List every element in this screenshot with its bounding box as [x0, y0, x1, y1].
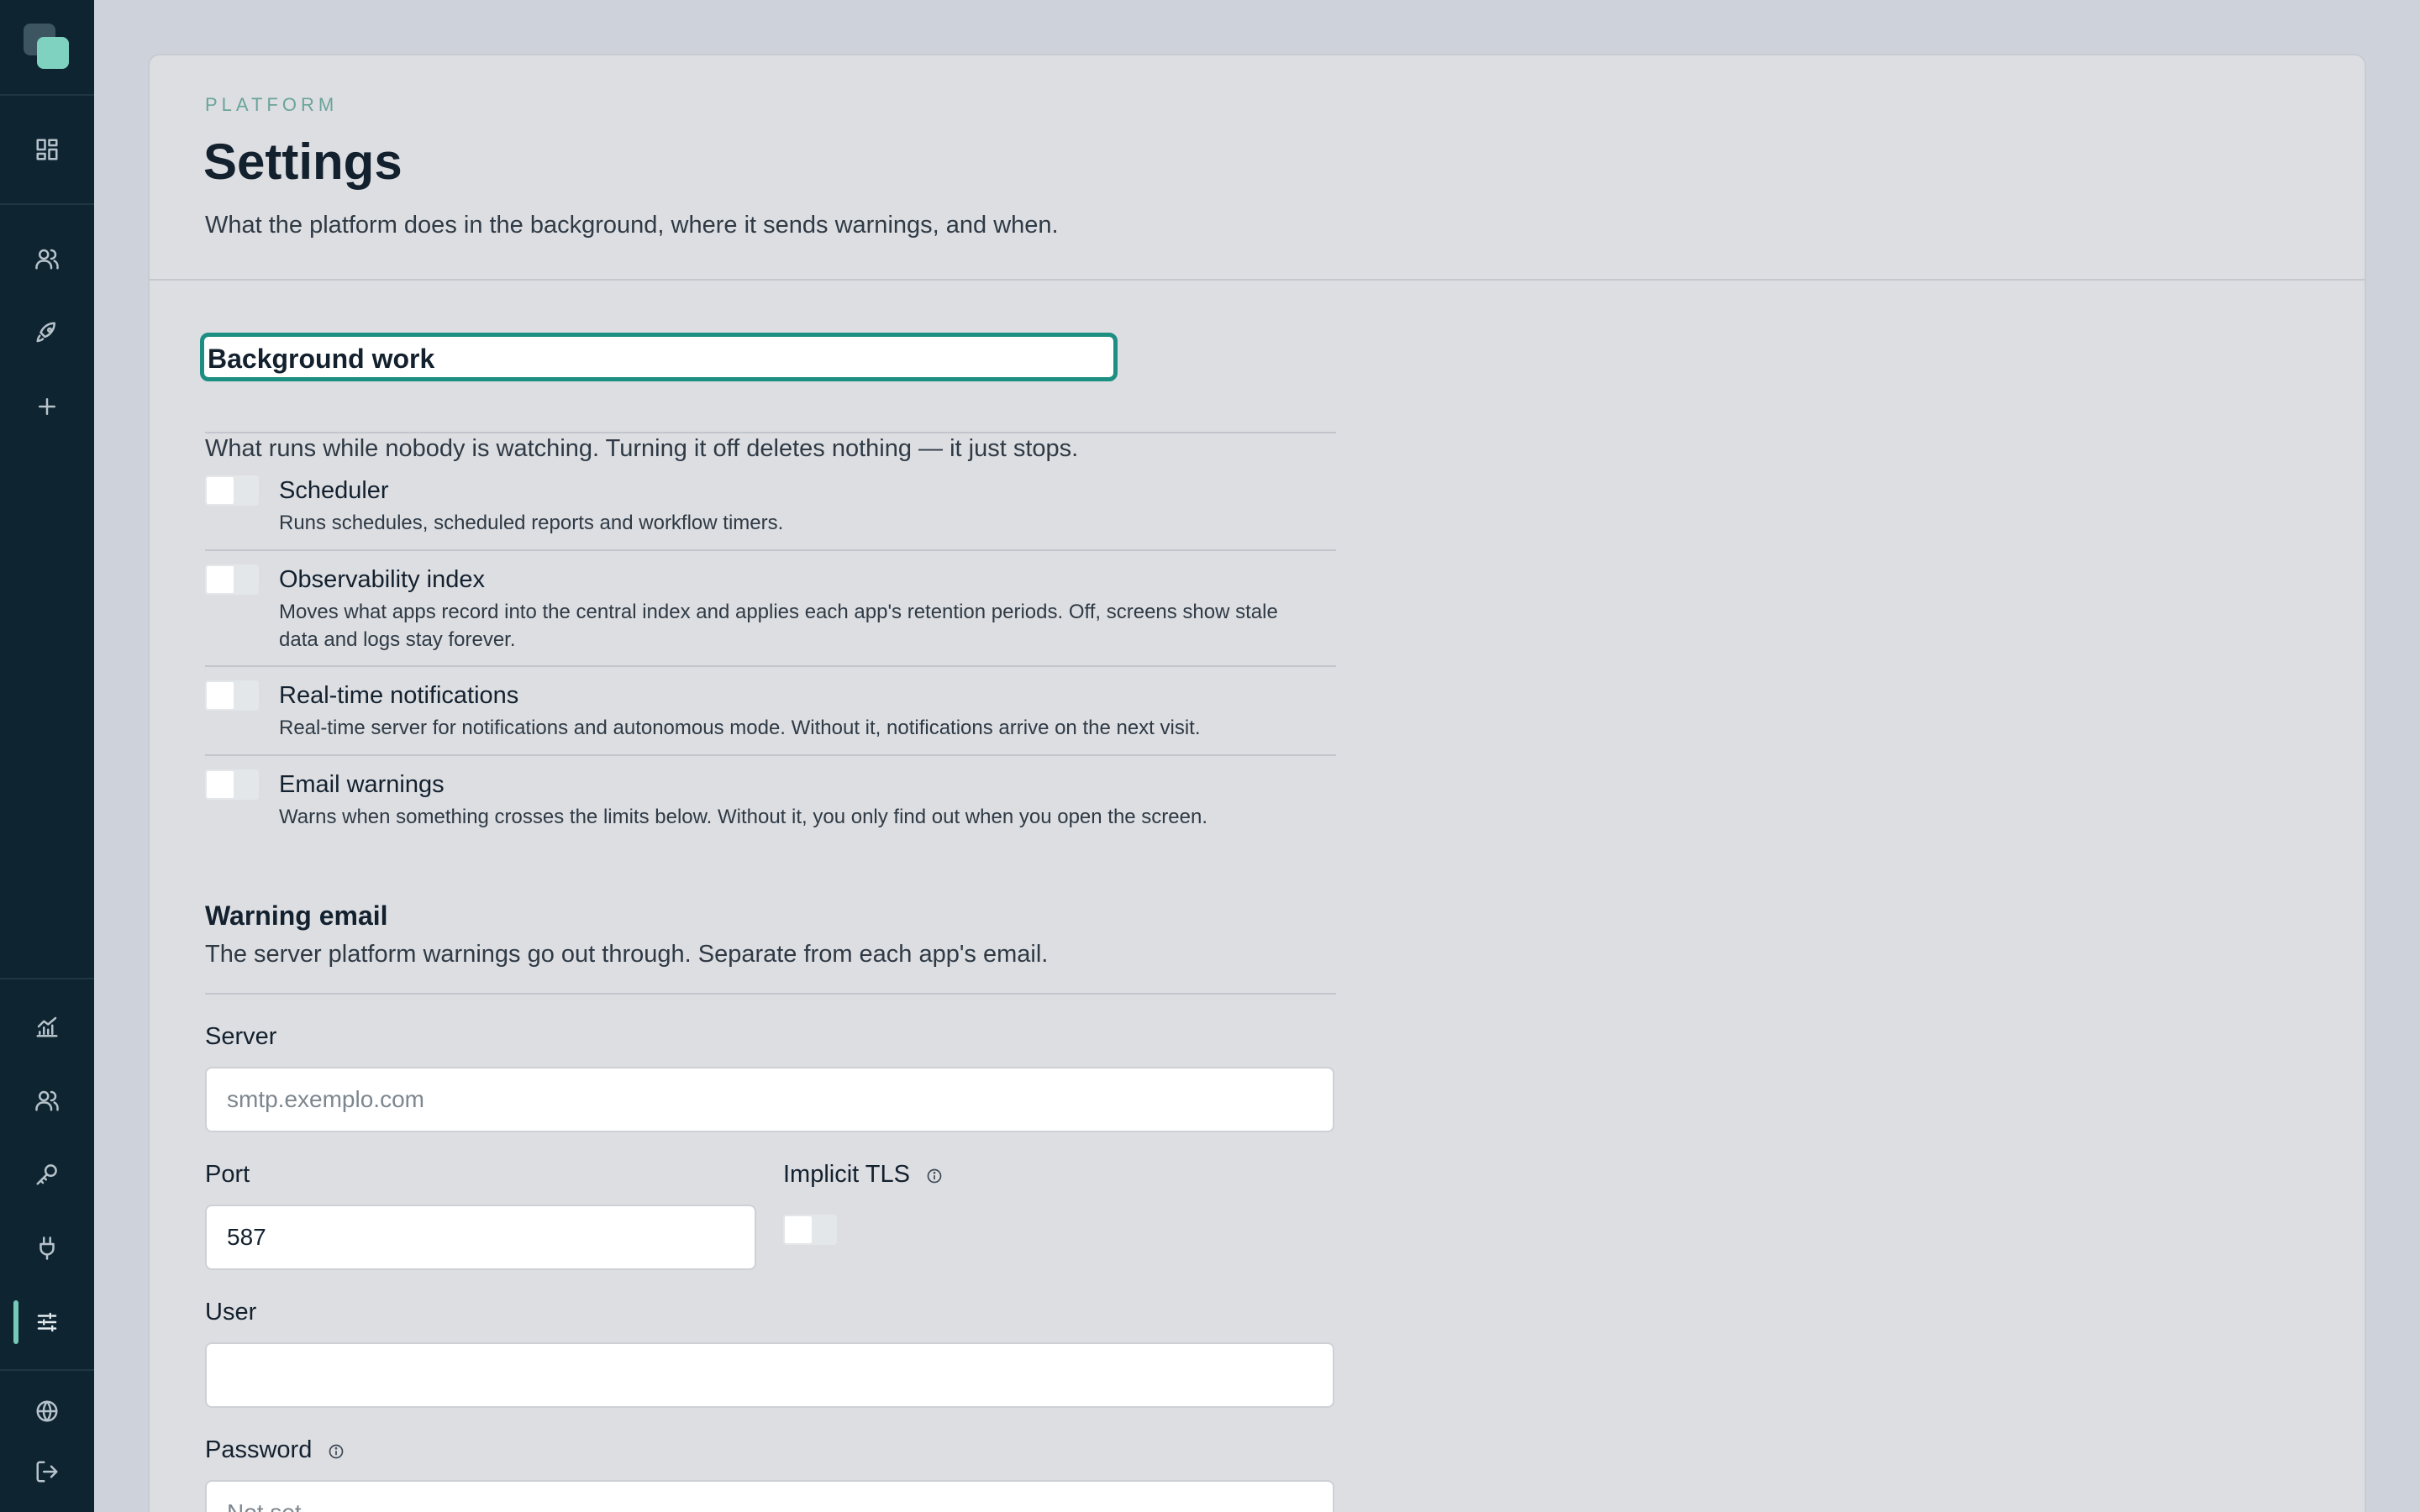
users-icon[interactable] [29, 240, 66, 277]
sidebar-divider [0, 94, 94, 96]
toggle-knob [207, 771, 234, 798]
email-warnings-label: Email warnings [279, 771, 445, 798]
password-input[interactable] [205, 1480, 1334, 1512]
toggle-knob [785, 1216, 812, 1243]
sidebar [0, 0, 94, 1512]
warning-email-title: Warning email [205, 900, 388, 931]
realtime-notifications-toggle[interactable] [205, 680, 259, 711]
option-divider [205, 549, 1336, 551]
header-divider [150, 279, 2365, 281]
sidebar-divider [0, 978, 94, 979]
realtime-notifications-description: Real-time server for notifications and a… [279, 717, 1201, 739]
active-nav-indicator [13, 1300, 18, 1344]
observability-index-toggle[interactable] [205, 564, 259, 595]
background-work-description: What runs while nobody is watching. Turn… [205, 435, 1079, 462]
scheduler-toggle[interactable] [205, 475, 259, 506]
server-input[interactable] [205, 1067, 1334, 1132]
warning-email-description: The server platform warnings go out thro… [205, 941, 1049, 968]
key-icon[interactable] [29, 1156, 66, 1193]
team-icon[interactable] [29, 1082, 66, 1119]
page-subtitle: What the platform does in the background… [205, 212, 1059, 239]
sidebar-divider [0, 203, 94, 205]
logout-icon[interactable] [29, 1453, 66, 1490]
email-warnings-description: Warns when something crosses the limits … [279, 806, 1208, 828]
section-divider [205, 432, 1336, 433]
plug-icon[interactable] [29, 1230, 66, 1267]
section-divider [205, 993, 1336, 995]
toggle-knob [207, 566, 234, 593]
server-label: Server [205, 1023, 277, 1050]
option-divider [205, 665, 1336, 667]
page-eyebrow: PLATFORM [205, 94, 339, 115]
app-logo[interactable] [24, 24, 71, 71]
info-icon[interactable] [328, 1443, 345, 1460]
dashboard-icon[interactable] [29, 131, 66, 168]
analytics-icon[interactable] [29, 1008, 66, 1045]
globe-icon[interactable] [29, 1393, 66, 1430]
option-divider [205, 754, 1336, 756]
settings-card: PLATFORM Settings What the platform does… [148, 54, 2366, 1512]
toggle-knob [207, 682, 234, 709]
rocket-icon[interactable] [29, 314, 66, 351]
toggle-knob [207, 477, 234, 504]
background-work-title[interactable]: Background work [200, 333, 1118, 381]
password-label: Password [205, 1436, 313, 1463]
implicit-tls-label: Implicit TLS [783, 1161, 910, 1188]
observability-index-description: Moves what apps record into the central … [279, 601, 1278, 651]
user-label: User [205, 1299, 257, 1326]
user-input[interactable] [205, 1342, 1334, 1408]
port-input[interactable] [205, 1205, 756, 1270]
info-icon[interactable] [926, 1168, 943, 1184]
sidebar-divider [0, 1369, 94, 1371]
plus-icon[interactable] [29, 388, 66, 425]
port-label: Port [205, 1161, 250, 1188]
logo-shape-front [37, 37, 69, 69]
scheduler-label: Scheduler [279, 477, 389, 504]
sliders-icon[interactable] [29, 1304, 66, 1341]
scheduler-description: Runs schedules, scheduled reports and wo… [279, 512, 784, 534]
observability-index-label: Observability index [279, 566, 485, 593]
implicit-tls-toggle[interactable] [783, 1215, 837, 1245]
page-title: Settings [203, 134, 402, 190]
realtime-notifications-label: Real-time notifications [279, 682, 519, 709]
email-warnings-toggle[interactable] [205, 769, 259, 800]
